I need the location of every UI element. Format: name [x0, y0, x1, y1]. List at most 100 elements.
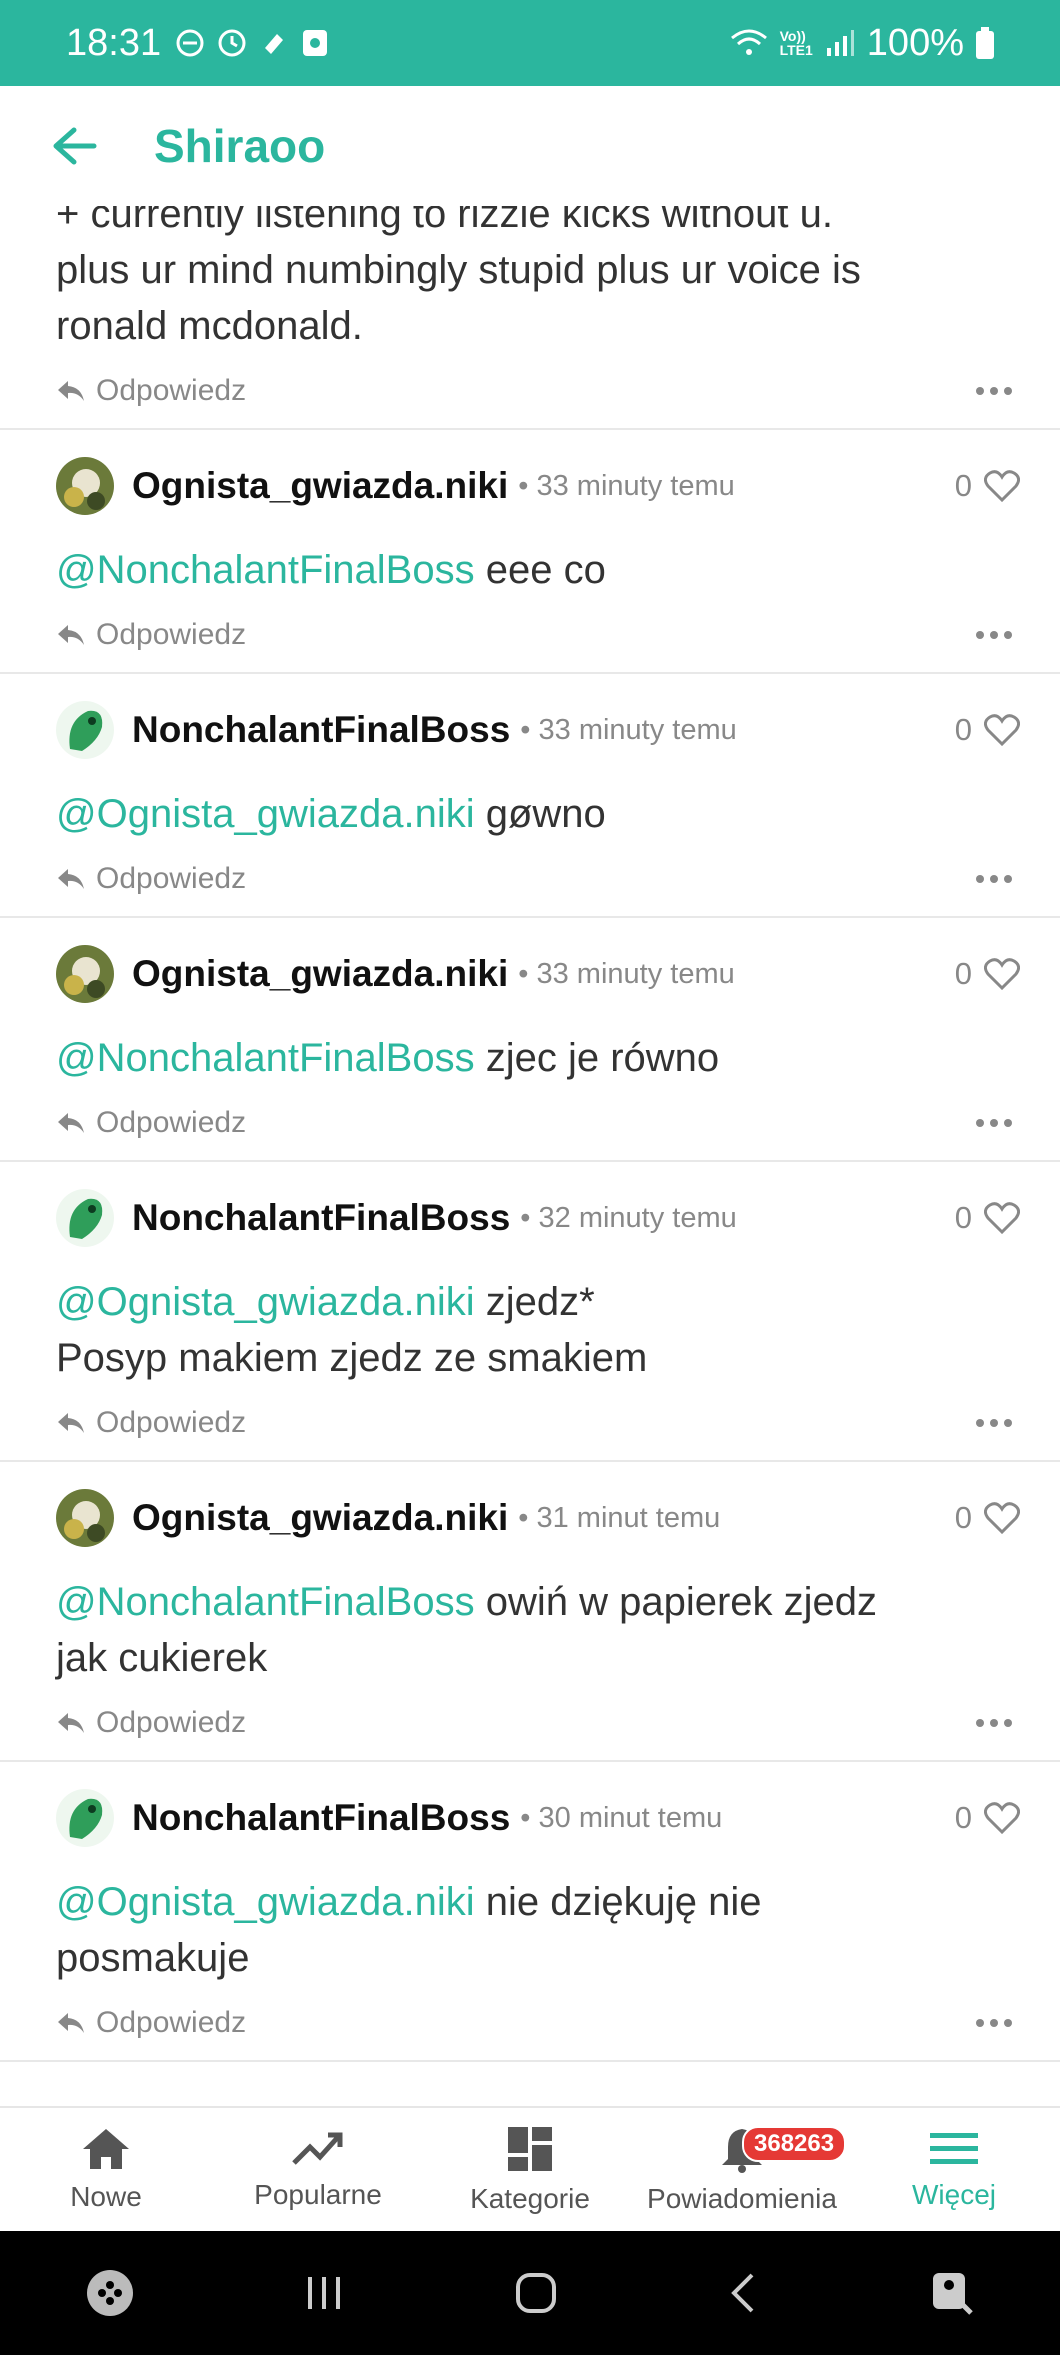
- like-button[interactable]: 0: [955, 1500, 1020, 1536]
- mention-link[interactable]: @Ognista_gwiazda.niki: [56, 1280, 475, 1324]
- nav-item-wiecej[interactable]: Więcej: [848, 2108, 1060, 2231]
- dnd-icon: [176, 29, 204, 57]
- like-count: 0: [954, 1500, 972, 1535]
- more-options-button[interactable]: [976, 1419, 1012, 1427]
- avatar[interactable]: [56, 945, 114, 1003]
- avatar[interactable]: [56, 701, 114, 759]
- home-icon: [83, 2128, 129, 2169]
- signal-icon: [826, 30, 854, 56]
- comment-time: • 30 minut temu: [520, 1801, 723, 1834]
- menu-icon: [930, 2132, 978, 2164]
- avatar[interactable]: [56, 457, 114, 515]
- comment-item: NonchalantFinalBoss • 33 minuty temu 0 @…: [0, 674, 1060, 918]
- game-launcher-icon[interactable]: [85, 2268, 135, 2318]
- back-nav-icon[interactable]: [728, 2271, 758, 2315]
- page-title: Shiraoo: [154, 120, 326, 172]
- like-button[interactable]: 0: [955, 468, 1020, 504]
- like-count: 0: [954, 712, 972, 747]
- comment-text: + currently listening to rizzle kicks wi…: [56, 192, 861, 348]
- comment-item: Ognista_gwiazda.niki • 33 minuty temu 0 …: [0, 918, 1060, 1162]
- heart-icon: [984, 470, 1020, 502]
- system-navigation-bar: [0, 2231, 1060, 2355]
- heart-icon: [984, 1202, 1020, 1234]
- comment-username[interactable]: NonchalantFinalBoss: [132, 1797, 510, 1839]
- more-options-button[interactable]: [976, 875, 1012, 883]
- reply-button[interactable]: Odpowiedz: [56, 618, 246, 652]
- alarm-icon: [218, 29, 246, 57]
- like-count: 0: [954, 1800, 972, 1835]
- more-options-button[interactable]: [976, 631, 1012, 639]
- comment-text: @Ognista_gwiazda.niki gøwno: [56, 792, 606, 836]
- notification-badge: 368263: [742, 2126, 847, 2162]
- comment-item: Ognista_gwiazda.niki • 33 minuty temu 0 …: [0, 430, 1060, 674]
- comment-text: @NonchalantFinalBoss eee co: [56, 548, 606, 592]
- like-button[interactable]: 0: [955, 1800, 1020, 1836]
- status-bar: 18:31 Vo)) LTE1 100%: [0, 0, 1060, 86]
- like-count: 0: [954, 1200, 972, 1235]
- mention-link[interactable]: @NonchalantFinalBoss: [56, 1580, 475, 1624]
- like-button[interactable]: 0: [955, 712, 1020, 748]
- nav-item-kategorie[interactable]: Kategorie: [424, 2108, 636, 2231]
- comment-text: @NonchalantFinalBoss zjec je równo: [56, 1036, 720, 1080]
- comment-text: @NonchalantFinalBoss owiń w papierek zje…: [56, 1580, 878, 1680]
- dashboard-icon: [508, 2126, 552, 2171]
- comment-username[interactable]: NonchalantFinalBoss: [132, 709, 510, 751]
- comments-feed[interactable]: + currently listening to rizzle kicks wi…: [0, 186, 1060, 2106]
- arrow-left-icon: [53, 127, 97, 165]
- mention-link[interactable]: @NonchalantFinalBoss: [56, 548, 475, 592]
- heart-icon: [984, 1802, 1020, 1834]
- reply-button[interactable]: Odpowiedz: [56, 1406, 246, 1440]
- heart-icon: [984, 714, 1020, 746]
- battery-icon: [976, 27, 994, 59]
- comment-item: NonchalantFinalBoss • 32 minuty temu 0 @…: [0, 1162, 1060, 1462]
- avatar[interactable]: [56, 1189, 114, 1247]
- reply-button[interactable]: Odpowiedz: [56, 862, 246, 896]
- accessibility-icon[interactable]: [927, 2269, 975, 2317]
- comment-time: • 33 minuty temu: [518, 469, 735, 502]
- battery-percent: 100%: [866, 21, 964, 64]
- mention-link[interactable]: @Ognista_gwiazda.niki: [56, 1880, 475, 1924]
- like-count: 0: [954, 956, 972, 991]
- back-button[interactable]: [48, 120, 100, 172]
- screenshot-icon: [303, 30, 328, 56]
- avatar[interactable]: [56, 1789, 114, 1847]
- comment-username[interactable]: Ognista_gwiazda.niki: [132, 953, 508, 995]
- home-button-icon[interactable]: [514, 2271, 558, 2315]
- comment-item: NonchalantFinalBoss • 30 minut temu 0 @O…: [0, 1762, 1060, 2062]
- comment-time: • 31 minut temu: [518, 1501, 721, 1534]
- like-button[interactable]: 0: [955, 956, 1020, 992]
- comment-text: @Ognista_gwiazda.niki nie dziękuję nie p…: [56, 1880, 762, 1980]
- more-options-button[interactable]: [976, 1119, 1012, 1127]
- comment-username[interactable]: Ognista_gwiazda.niki: [132, 465, 508, 507]
- reply-icon: [58, 1113, 84, 1133]
- reply-button[interactable]: Odpowiedz: [56, 374, 246, 408]
- reply-button[interactable]: Odpowiedz: [56, 1706, 246, 1740]
- avatar[interactable]: [56, 1489, 114, 1547]
- reply-icon: [58, 1713, 84, 1733]
- like-button[interactable]: 0: [955, 1200, 1020, 1236]
- nav-item-powiadomienia[interactable]: Powiadomienia 368263: [636, 2108, 848, 2231]
- more-options-button[interactable]: [976, 2019, 1012, 2027]
- reply-button[interactable]: Odpowiedz: [56, 2006, 246, 2040]
- nav-item-popularne[interactable]: Popularne: [212, 2108, 424, 2231]
- comment-username[interactable]: NonchalantFinalBoss: [132, 1197, 510, 1239]
- mention-link[interactable]: @NonchalantFinalBoss: [56, 1036, 475, 1080]
- reply-button[interactable]: Odpowiedz: [56, 1106, 246, 1140]
- more-options-button[interactable]: [976, 387, 1012, 395]
- reply-icon: [58, 625, 84, 645]
- comment-time: • 32 minuty temu: [520, 1201, 737, 1234]
- recent-apps-icon[interactable]: [304, 2273, 344, 2313]
- network-label: Vo)) LTE1: [779, 28, 813, 58]
- mention-link[interactable]: @Ognista_gwiazda.niki: [56, 792, 475, 836]
- comment-item: Ognista_gwiazda.niki • 31 minut temu 0 @…: [0, 1462, 1060, 1762]
- like-count: 0: [954, 468, 972, 503]
- comment-username[interactable]: Ognista_gwiazda.niki: [132, 1497, 508, 1539]
- more-options-button[interactable]: [976, 1719, 1012, 1727]
- comment-time: • 33 minuty temu: [518, 957, 735, 990]
- reply-icon: [58, 1413, 84, 1433]
- reply-icon: [58, 2013, 84, 2033]
- comment-time: • 33 minuty temu: [520, 713, 737, 746]
- comment-item: + currently listening to rizzle kicks wi…: [0, 186, 1060, 430]
- nav-item-nowe[interactable]: Nowe: [0, 2108, 212, 2231]
- wifi-icon: [730, 29, 767, 55]
